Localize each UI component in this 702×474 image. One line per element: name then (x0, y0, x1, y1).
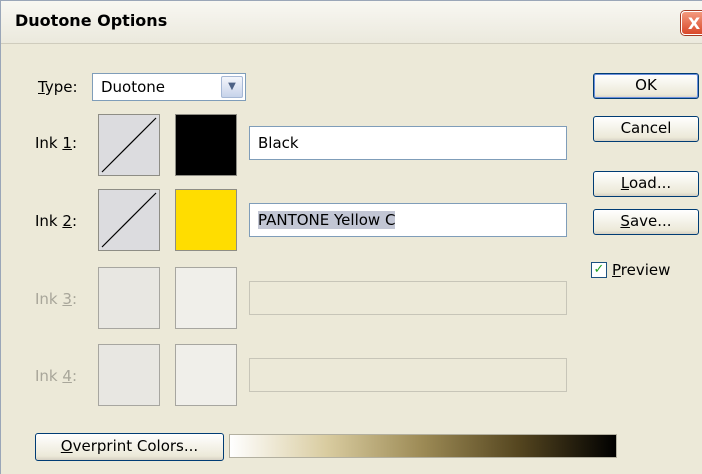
close-icon: X (687, 14, 701, 33)
cancel-button[interactable]: Cancel (593, 116, 699, 142)
ink-2-label: Ink 2: (35, 212, 77, 230)
load-button[interactable]: Load... (593, 171, 699, 197)
ink-1-curve-box[interactable] (98, 114, 160, 176)
duotone-options-dialog: Duotone Options X Type: Duotone ▼ Ink 1:… (0, 0, 702, 474)
ink-2-name-field[interactable]: PANTONE Yellow C (249, 203, 567, 237)
preview-checkbox[interactable]: ✓ (591, 262, 607, 278)
type-select-value: Duotone (101, 78, 166, 96)
curve-icon (101, 192, 157, 248)
type-select[interactable]: Duotone ▼ (92, 73, 246, 101)
duotone-color-ramp (229, 434, 617, 458)
ink-3-color-swatch (175, 267, 237, 329)
ink-1-color-swatch[interactable] (175, 114, 237, 176)
save-button[interactable]: Save... (593, 209, 699, 235)
ink-2-color-swatch[interactable] (175, 189, 237, 251)
ink-2-curve-box[interactable] (98, 189, 160, 251)
ok-button[interactable]: OK (593, 73, 699, 99)
ink-4-color-swatch (175, 344, 237, 406)
ink-3-curve-box (98, 267, 160, 329)
chevron-down-icon[interactable]: ▼ (221, 76, 243, 98)
close-button[interactable]: X (681, 11, 702, 35)
dialog-title: Duotone Options (15, 11, 168, 30)
type-label: Type: (38, 78, 78, 96)
ink-1-name-field[interactable]: Black (249, 126, 567, 160)
title-bar: Duotone Options X (1, 1, 702, 44)
ink-4-curve-box (98, 344, 160, 406)
preview-label[interactable]: Preview (612, 261, 670, 279)
check-icon: ✓ (593, 262, 605, 277)
ink-3-name-field (249, 281, 567, 315)
ink-1-label: Ink 1: (35, 134, 77, 152)
overprint-colors-button[interactable]: Overprint Colors... (35, 433, 224, 461)
ink-4-label: Ink 4: (35, 367, 77, 385)
ink-3-label: Ink 3: (35, 290, 77, 308)
ink-4-name-field (249, 358, 567, 392)
curve-icon (101, 117, 157, 173)
